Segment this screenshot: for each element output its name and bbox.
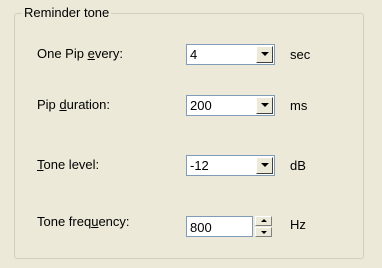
tone-frequency-unit: Hz (290, 217, 306, 232)
chevron-down-icon[interactable] (256, 97, 273, 114)
pip-interval-unit: sec (290, 47, 311, 62)
tone-level-label: Tone level: (37, 157, 100, 172)
chevron-down-icon[interactable] (256, 46, 273, 63)
chevron-down-icon[interactable] (256, 157, 273, 174)
groupbox-title: Reminder tone (22, 5, 112, 21)
tone-frequency-input[interactable]: 800 (186, 216, 253, 237)
tone-level-value: -12 (190, 158, 209, 173)
reminder-tone-dialog: Reminder tone One Pip every: 4 sec Pip d… (0, 0, 382, 268)
tone-level-dropdown[interactable]: -12 (186, 155, 275, 176)
pip-interval-value: 4 (190, 47, 198, 62)
tone-frequency-spinner[interactable] (255, 216, 272, 237)
pip-duration-unit: ms (290, 98, 308, 113)
tone-frequency-value: 800 (190, 220, 212, 235)
tone-level-unit: dB (290, 158, 306, 173)
tone-frequency-label: Tone frequency: (37, 214, 130, 229)
spin-down-icon[interactable] (255, 227, 272, 237)
pip-duration-dropdown[interactable]: 200 (186, 95, 275, 116)
spin-up-icon[interactable] (255, 216, 272, 226)
pip-duration-label: Pip duration: (37, 97, 111, 112)
pip-duration-value: 200 (190, 98, 212, 113)
pip-interval-dropdown[interactable]: 4 (186, 44, 275, 65)
pip-interval-label: One Pip every: (37, 46, 123, 61)
